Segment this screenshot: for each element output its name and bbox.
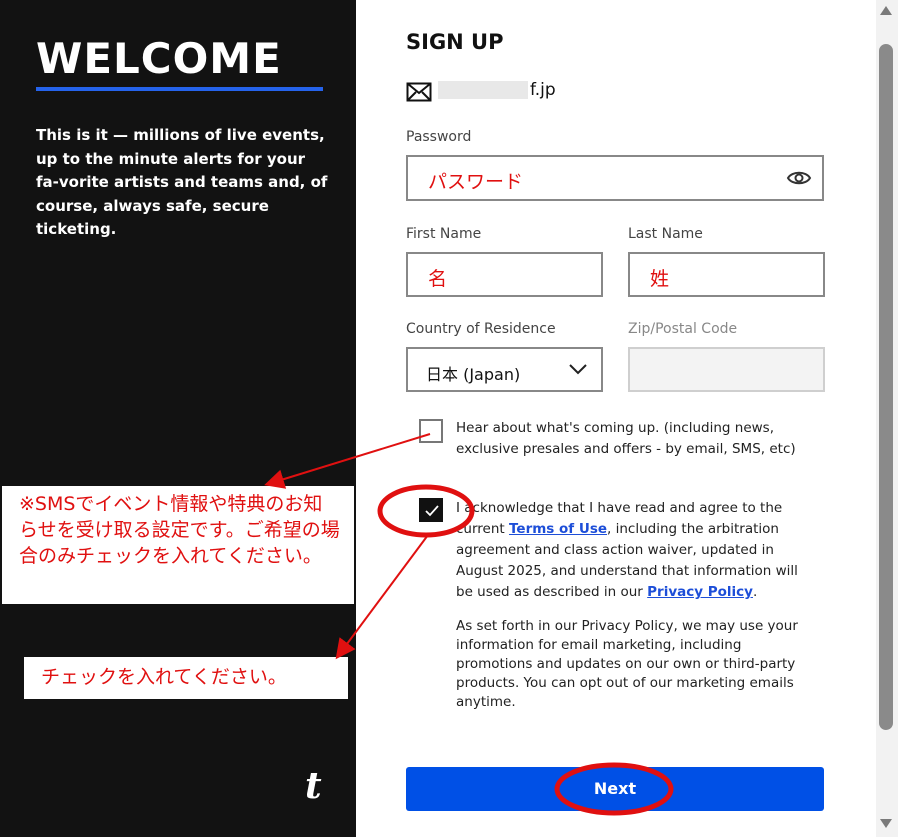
annotation-check-note: チェックを入れてください。 (24, 657, 348, 699)
last-name-label: Last Name (628, 226, 703, 242)
country-select[interactable]: 日本 (Japan) (406, 347, 603, 392)
mail-icon (406, 82, 432, 102)
privacy-policy-link[interactable]: Privacy Policy (647, 584, 753, 600)
last-name-field[interactable]: 姓 (628, 252, 825, 297)
country-selected-value: 日本 (Japan) (426, 365, 521, 384)
scroll-up-arrow-icon[interactable] (880, 6, 892, 15)
news-opt-in-text: Hear about what's coming up. (including … (456, 420, 796, 457)
annotation-sms-note: ※SMSでイベント情報や特典のお知らせを受け取る設定です。ご希望の場合のみチェッ… (2, 486, 354, 604)
next-button[interactable]: Next (406, 767, 824, 811)
welcome-intro: This is it — millions of live events, up… (36, 126, 328, 238)
chevron-down-icon (569, 364, 587, 375)
eye-icon[interactable] (786, 169, 812, 187)
password-field[interactable]: パスワード (406, 155, 824, 201)
email-display: f.jp (438, 80, 556, 100)
terms-agree-checkbox[interactable] (419, 498, 443, 522)
news-opt-in-checkbox[interactable] (419, 419, 443, 443)
zip-field[interactable] (628, 347, 825, 392)
email-redacted (438, 81, 528, 99)
first-name-value: 名 (428, 268, 448, 290)
terms-of-use-link[interactable]: Terms of Use (509, 521, 607, 537)
welcome-underline (36, 87, 323, 91)
signup-title: SIGN UP (406, 30, 504, 54)
scroll-down-arrow-icon[interactable] (880, 819, 892, 828)
first-name-field[interactable]: 名 (406, 252, 603, 297)
terms-text-post: . (752, 584, 758, 600)
check-icon (425, 505, 439, 517)
first-name-label: First Name (406, 226, 482, 242)
last-name-value: 姓 (650, 268, 670, 290)
password-label: Password (406, 129, 472, 145)
email-suffix: f.jp (530, 80, 556, 100)
country-label: Country of Residence (406, 321, 556, 337)
zip-label: Zip/Postal Code (628, 321, 738, 337)
terms-agree-text: I acknowledge that I have read and agree… (456, 498, 816, 603)
password-placeholder-note: パスワード (428, 171, 524, 193)
scrollbar-thumb[interactable] (879, 44, 893, 730)
ticketmaster-logo: t (305, 765, 322, 807)
welcome-title: WELCOME (36, 34, 282, 83)
privacy-note: As set forth in our Privacy Policy, we m… (456, 618, 798, 710)
